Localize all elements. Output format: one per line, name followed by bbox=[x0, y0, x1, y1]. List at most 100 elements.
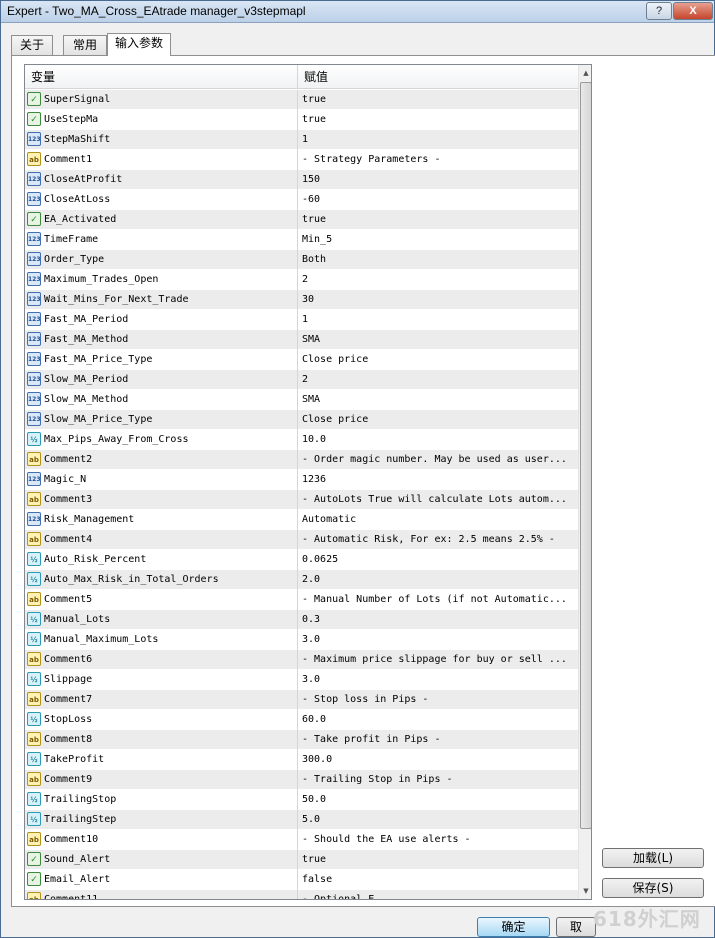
variable-value[interactable]: 5.0 bbox=[302, 810, 576, 830]
scroll-thumb[interactable] bbox=[580, 82, 591, 829]
variable-value[interactable]: - Take profit in Pips - bbox=[302, 730, 576, 750]
scroll-up-icon[interactable]: ▲ bbox=[579, 65, 591, 81]
table-row[interactable]: ab Comment2 - Order magic number. May be u… bbox=[25, 450, 578, 470]
variable-value[interactable]: 1 bbox=[302, 310, 576, 330]
table-row[interactable]: 123 Magic_N 1236 bbox=[25, 470, 578, 490]
variable-value[interactable]: - Manual Number of Lots (if not Automati… bbox=[302, 590, 576, 610]
table-row[interactable]: ✓ EA_Activated true bbox=[25, 210, 578, 230]
table-row[interactable]: 123 Fast_MA_Period 1 bbox=[25, 310, 578, 330]
variable-value[interactable]: 300.0 bbox=[302, 750, 576, 770]
tab-about[interactable]: 关于 bbox=[11, 35, 53, 55]
table-row[interactable]: ✓ Sound_Alert true bbox=[25, 850, 578, 870]
table-row[interactable]: 123 CloseAtProfit 150 bbox=[25, 170, 578, 190]
column-header-value[interactable]: 赋值 bbox=[298, 65, 578, 89]
variable-value[interactable]: Both bbox=[302, 250, 576, 270]
table-row[interactable]: 123 Slow_MA_Price_Type Close price bbox=[25, 410, 578, 430]
variable-value[interactable]: Close price bbox=[302, 410, 576, 430]
table-row[interactable]: ½ Max_Pips_Away_From_Cross 10.0 bbox=[25, 430, 578, 450]
column-separator bbox=[297, 890, 298, 899]
variable-value[interactable]: 1 bbox=[302, 130, 576, 150]
variable-value[interactable]: - Optional E... bbox=[302, 890, 576, 899]
variable-value[interactable]: -60 bbox=[302, 190, 576, 210]
variable-value[interactable]: true bbox=[302, 850, 576, 870]
table-row[interactable]: 123 Risk_Management Automatic bbox=[25, 510, 578, 530]
table-row[interactable]: 123 Order_Type Both bbox=[25, 250, 578, 270]
variable-value[interactable]: - Strategy Parameters - bbox=[302, 150, 576, 170]
table-row[interactable]: ab Comment4 - Automatic Risk, For ex: 2.5 … bbox=[25, 530, 578, 550]
table-row[interactable]: 123 Fast_MA_Price_Type Close price bbox=[25, 350, 578, 370]
table-row[interactable]: 123 Fast_MA_Method SMA bbox=[25, 330, 578, 350]
table-row[interactable]: ½ TrailingStep 5.0 bbox=[25, 810, 578, 830]
table-row[interactable]: ½ StopLoss 60.0 bbox=[25, 710, 578, 730]
variable-value[interactable]: 60.0 bbox=[302, 710, 576, 730]
table-row[interactable]: ½ Manual_Maximum_Lots 3.0 bbox=[25, 630, 578, 650]
tab-common[interactable]: 常用 bbox=[63, 35, 107, 55]
variable-value[interactable]: false bbox=[302, 870, 576, 890]
table-row[interactable]: ab Comment8 - Take profit in Pips - bbox=[25, 730, 578, 750]
scroll-down-icon[interactable]: ▼ bbox=[579, 883, 591, 899]
variable-value[interactable]: 1236 bbox=[302, 470, 576, 490]
table-row[interactable]: ab Comment3 - AutoLots True will calculate… bbox=[25, 490, 578, 510]
column-header-variable[interactable]: 变量 bbox=[25, 65, 297, 89]
table-row[interactable]: ab Comment7 - Stop loss in Pips - bbox=[25, 690, 578, 710]
table-row[interactable]: ½ Auto_Risk_Percent 0.0625 bbox=[25, 550, 578, 570]
variable-value[interactable]: - AutoLots True will calculate Lots auto… bbox=[302, 490, 576, 510]
variable-value[interactable]: 10.0 bbox=[302, 430, 576, 450]
cancel-button[interactable]: 取 bbox=[556, 917, 596, 937]
variable-value[interactable]: SMA bbox=[302, 330, 576, 350]
variable-value[interactable]: 3.0 bbox=[302, 630, 576, 650]
table-row[interactable]: 123 TimeFrame Min_5 bbox=[25, 230, 578, 250]
tab-inputs[interactable]: 输入参数 bbox=[107, 33, 171, 56]
table-row[interactable]: ab Comment11 - Optional E... bbox=[25, 890, 578, 899]
variable-value[interactable]: SMA bbox=[302, 390, 576, 410]
variable-value[interactable]: 2 bbox=[302, 370, 576, 390]
table-row[interactable]: ½ Manual_Lots 0.3 bbox=[25, 610, 578, 630]
table-row[interactable]: ✓ Email_Alert false bbox=[25, 870, 578, 890]
variable-name: Comment9 bbox=[44, 774, 93, 785]
table-row[interactable]: ½ TrailingStop 50.0 bbox=[25, 790, 578, 810]
table-row[interactable]: 123 Slow_MA_Method SMA bbox=[25, 390, 578, 410]
table-row[interactable]: ab Comment5 - Manual Number of Lots (if no… bbox=[25, 590, 578, 610]
table-row[interactable]: ✓ UseStepMa true bbox=[25, 110, 578, 130]
help-button[interactable]: ? bbox=[646, 2, 672, 20]
variable-value[interactable]: 50.0 bbox=[302, 790, 576, 810]
variable-value[interactable]: 0.0625 bbox=[302, 550, 576, 570]
table-row[interactable]: ½ Slippage 3.0 bbox=[25, 670, 578, 690]
variable-value[interactable]: true bbox=[302, 110, 576, 130]
table-row[interactable]: ab Comment9 - Trailing Stop in Pips - bbox=[25, 770, 578, 790]
table-row[interactable]: ½ Auto_Max_Risk_in_Total_Orders 2.0 bbox=[25, 570, 578, 590]
variable-value[interactable]: - Stop loss in Pips - bbox=[302, 690, 576, 710]
table-row[interactable]: ab Comment6 - Maximum price slippage for b… bbox=[25, 650, 578, 670]
variable-value[interactable]: 3.0 bbox=[302, 670, 576, 690]
variable-value[interactable]: - Maximum price slippage for buy or sell… bbox=[302, 650, 576, 670]
variable-value[interactable]: true bbox=[302, 90, 576, 110]
table-row[interactable]: ab Comment10 - Should the EA use alerts - bbox=[25, 830, 578, 850]
variable-value[interactable]: 0.3 bbox=[302, 610, 576, 630]
save-button[interactable]: 保存(S) bbox=[602, 878, 704, 898]
variable-value[interactable]: Close price bbox=[302, 350, 576, 370]
variable-value[interactable]: - Automatic Risk, For ex: 2.5 means 2.5%… bbox=[302, 530, 576, 550]
variable-value[interactable]: Min_5 bbox=[302, 230, 576, 250]
table-row[interactable]: ½ TakeProfit 300.0 bbox=[25, 750, 578, 770]
variable-value[interactable]: - Should the EA use alerts - bbox=[302, 830, 576, 850]
table-row[interactable]: 123 Maximum_Trades_Open 2 bbox=[25, 270, 578, 290]
table-row[interactable]: 123 Slow_MA_Period 2 bbox=[25, 370, 578, 390]
table-row[interactable]: ✓ SuperSignal true bbox=[25, 90, 578, 110]
variable-value[interactable]: true bbox=[302, 210, 576, 230]
table-row[interactable]: 123 CloseAtLoss -60 bbox=[25, 190, 578, 210]
vertical-scrollbar[interactable]: ▲ ▼ bbox=[578, 65, 591, 899]
close-button[interactable]: X bbox=[673, 2, 713, 20]
load-button[interactable]: 加载(L) bbox=[602, 848, 704, 868]
variable-value[interactable]: 150 bbox=[302, 170, 576, 190]
table-row[interactable]: 123 Wait_Mins_For_Next_Trade 30 bbox=[25, 290, 578, 310]
variable-value[interactable]: 30 bbox=[302, 290, 576, 310]
ok-button[interactable]: 确定 bbox=[477, 917, 550, 937]
variable-value[interactable]: - Trailing Stop in Pips - bbox=[302, 770, 576, 790]
title-bar[interactable]: Expert - Two_MA_Cross_EAtrade manager_v3… bbox=[1, 1, 714, 23]
variable-value[interactable]: - Order magic number. May be used as use… bbox=[302, 450, 576, 470]
variable-value[interactable]: 2.0 bbox=[302, 570, 576, 590]
table-row[interactable]: ab Comment1 - Strategy Parameters - bbox=[25, 150, 578, 170]
table-row[interactable]: 123 StepMaShift 1 bbox=[25, 130, 578, 150]
variable-value[interactable]: 2 bbox=[302, 270, 576, 290]
variable-value[interactable]: Automatic bbox=[302, 510, 576, 530]
